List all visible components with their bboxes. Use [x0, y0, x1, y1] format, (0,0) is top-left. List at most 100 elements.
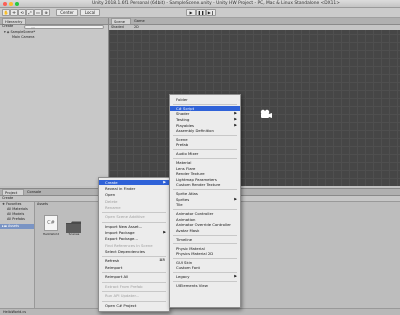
menu-item-label: Animator Override Controller	[176, 222, 231, 228]
breadcrumb[interactable]: Assets	[37, 202, 77, 207]
menu-separator	[173, 243, 237, 245]
menu-item-label: Extract From Prefab	[105, 283, 143, 289]
menu-item-custom-render-texture[interactable]: Custom Render Texture	[170, 182, 240, 187]
scene-name-label: SampleScene*	[10, 30, 36, 34]
scene-toolbar: Shaded 2D	[109, 25, 400, 30]
window-title: Unity 2018.1.6f1 Personal (64bit) - Samp…	[92, 1, 340, 6]
menu-item-reimport[interactable]: Reimport	[99, 265, 169, 270]
project-footer: HelloWorld.cs	[0, 308, 400, 315]
menu-item-label: Tile	[176, 202, 183, 208]
main-toolbar: ✋ ✛ ⟲ ⤢ ▭ ⊕ Center Local ▶ ❚❚ ▶❙	[0, 8, 400, 18]
menu-separator	[173, 257, 237, 259]
menu-item-label: Shader	[176, 111, 190, 117]
menu-item-find-references-in-scene: Find References In Scene	[99, 243, 169, 248]
menu-separator	[102, 221, 166, 223]
menu-separator	[173, 134, 237, 136]
scale-tool-icon[interactable]: ⤢	[26, 9, 34, 16]
menu-item-timeline[interactable]: Timeline	[170, 237, 240, 242]
menu-separator	[102, 256, 166, 258]
transform-tool-icon[interactable]: ⊕	[42, 9, 50, 16]
play-button-icon[interactable]: ▶	[186, 9, 196, 16]
menu-separator	[102, 291, 166, 293]
menu-item-open[interactable]: Open	[99, 192, 169, 197]
menu-item-label: Custom Render Texture	[176, 182, 221, 188]
hierarchy-create-button[interactable]: Create	[2, 24, 22, 29]
menu-item-select-dependencies[interactable]: Select Dependencies	[99, 249, 169, 254]
menu-item-label: Run API Updater...	[105, 293, 140, 299]
menu-separator	[173, 189, 237, 191]
menu-item-label: Material	[176, 160, 192, 166]
menu-item-label: Physic Material	[176, 245, 205, 251]
move-tool-icon[interactable]: ✛	[10, 9, 18, 16]
menu-item-label: Scene	[176, 136, 188, 142]
menu-item-uielements-view[interactable]: UIElements View	[170, 283, 240, 288]
zoom-window-button[interactable]	[15, 1, 19, 6]
tab-scene[interactable]: Scene	[111, 18, 131, 24]
menu-item-label: Open Scene Additive	[105, 214, 145, 220]
shading-mode-dropdown[interactable]: Shaded	[111, 25, 131, 30]
asset-context-menu: Create ▶ Reveal in Finder Open Delete Rename O…	[98, 177, 170, 312]
menu-item-import-package[interactable]: Import Package ▶	[99, 230, 169, 235]
scene-tab-bar: Scene Game	[109, 18, 400, 25]
menu-item-label: Select Dependencies	[105, 248, 145, 254]
tab-project[interactable]: Project	[2, 189, 24, 195]
menu-item-label: Prefab	[176, 142, 189, 148]
pivot-label: Center	[60, 10, 74, 15]
menu-item-custom-font[interactable]: Custom Font	[170, 265, 240, 270]
rect-tool-icon[interactable]: ▭	[34, 9, 42, 16]
close-window-button[interactable]	[3, 1, 7, 6]
step-button-icon[interactable]: ▶❙	[206, 9, 216, 16]
menu-item-reveal-in-finder[interactable]: Reveal in Finder	[99, 186, 169, 191]
hand-tool-icon[interactable]: ✋	[2, 9, 10, 16]
create-submenu: Folder C# Script Shader ▶ Testing ▶ Playables ▶…	[169, 94, 241, 308]
menu-item-label: Render Texture	[176, 171, 205, 177]
minimize-window-button[interactable]	[9, 1, 13, 6]
menu-separator	[102, 281, 166, 283]
camera-gizmo-icon[interactable]	[260, 104, 272, 118]
tab-game[interactable]: Game	[132, 18, 152, 24]
menu-item-legacy[interactable]: Legacy ▶	[170, 274, 240, 279]
menu-separator	[173, 234, 237, 236]
main-camera-item[interactable]: Main Camera	[12, 35, 92, 40]
menu-separator	[173, 209, 237, 210]
menu-item-folder[interactable]: Folder	[170, 97, 240, 102]
menu-item-refresh[interactable]: Refresh ⌘R	[99, 258, 169, 263]
menu-item-rename: Rename	[99, 205, 169, 210]
csharp-icon[interactable]: C#	[44, 215, 58, 231]
rotate-tool-icon[interactable]: ⟲	[18, 9, 26, 16]
menu-shortcut: ⌘R	[159, 258, 165, 263]
menu-item-label: Sprite Atlas	[176, 191, 198, 197]
menu-item-avatar-mask[interactable]: Avatar Mask	[170, 228, 240, 233]
menu-item-label: GUI Skin	[176, 259, 193, 265]
hierarchy-search-input[interactable]: All	[24, 25, 104, 30]
2d-mode-toggle[interactable]: 2D	[134, 25, 142, 30]
menu-separator	[173, 281, 237, 282]
menu-item-label: Import New Asset...	[105, 224, 143, 229]
menu-item-label: Audio Mixer	[176, 151, 199, 157]
menu-item-physics-material-2d[interactable]: Physics Material 2D	[170, 251, 240, 256]
menu-item-export-package[interactable]: Export Package...	[99, 236, 169, 241]
project-create-button[interactable]: Create	[2, 196, 22, 201]
menu-item-label: Assembly Definition	[176, 128, 214, 134]
folder-icon[interactable]	[66, 218, 81, 233]
menu-item-audio-mixer[interactable]: Audio Mixer	[170, 151, 240, 156]
scene-view[interactable]: Scene Game Shaded 2D	[109, 18, 400, 186]
tab-console[interactable]: Console	[25, 189, 47, 195]
menu-item-tile[interactable]: Tile	[170, 202, 240, 207]
menu-item-prefab[interactable]: Prefab	[170, 142, 240, 147]
menu-item-delete: Delete	[99, 199, 169, 204]
assets-folder-item[interactable]: ▸▬ Assets	[0, 224, 34, 229]
menu-item-run-api-updater: Run API Updater...	[99, 293, 169, 298]
pivot-center-toggle[interactable]: Center	[56, 9, 78, 16]
space-local-toggle[interactable]: Local	[80, 9, 100, 16]
menu-item-label: Create	[105, 180, 118, 185]
menu-item-label: Open	[105, 192, 116, 198]
menu-item-create[interactable]: Create ▶	[99, 180, 169, 186]
menu-item-import-new-asset[interactable]: Import New Asset...	[99, 224, 169, 229]
menu-item-open-c-project[interactable]: Open C# Project	[99, 303, 169, 308]
menu-item-reimport-all[interactable]: Reimport All	[99, 274, 169, 279]
space-label: Local	[84, 10, 96, 15]
pause-button-icon[interactable]: ❚❚	[196, 9, 206, 16]
favorite-all-prefabs[interactable]: All Prefabs	[7, 217, 34, 222]
menu-item-assembly-definition[interactable]: Assembly Definition	[170, 128, 240, 133]
